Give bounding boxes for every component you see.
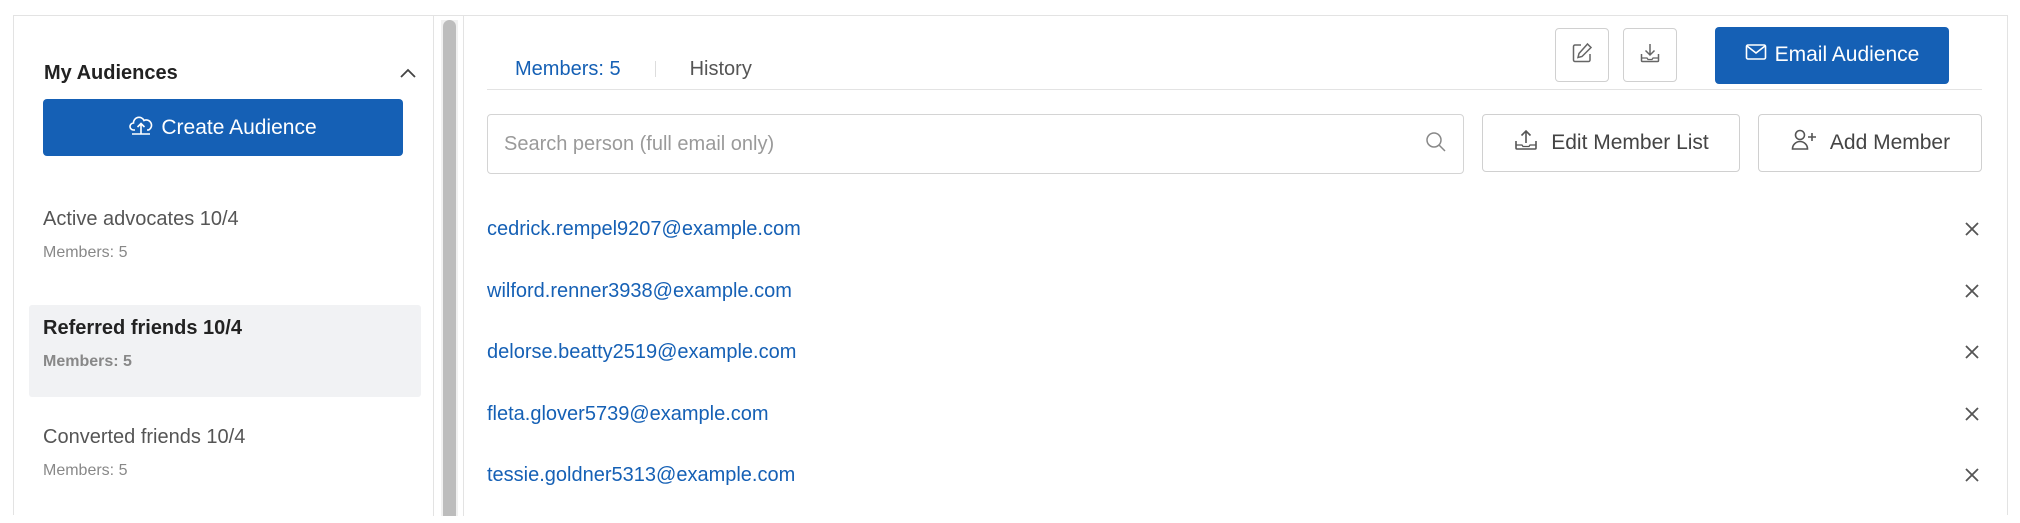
- close-icon[interactable]: [1957, 399, 1987, 429]
- tab-members[interactable]: Members: 5: [501, 58, 635, 81]
- create-audience-label: Create Audience: [161, 115, 317, 139]
- scrollbar[interactable]: [441, 20, 458, 516]
- member-email-link[interactable]: delorse.beatty2519@example.com: [487, 337, 796, 367]
- member-row: wilford.renner3938@example.com: [487, 276, 1987, 338]
- email-audience-button[interactable]: Email Audience: [1715, 26, 1949, 84]
- close-icon[interactable]: [1957, 276, 1987, 306]
- member-search-box[interactable]: [487, 114, 1464, 174]
- tab-history[interactable]: History: [676, 58, 766, 81]
- edit-audience-button[interactable]: [1555, 28, 1609, 82]
- audience-name: Active advocates 10/4: [43, 208, 239, 230]
- member-row: delorse.beatty2519@example.com: [487, 337, 1987, 399]
- member-row: cedrick.rempel9207@example.com: [487, 214, 1987, 276]
- envelope-icon: [1745, 43, 1767, 67]
- audience-item[interactable]: Converted friends 10/4 Members: 5: [29, 414, 421, 506]
- scrollbar-thumb[interactable]: [443, 20, 456, 516]
- close-icon[interactable]: [1957, 214, 1987, 244]
- add-user-icon: [1790, 128, 1818, 158]
- create-audience-button[interactable]: Create Audience: [43, 99, 403, 156]
- member-email-link[interactable]: tessie.goldner5313@example.com: [487, 460, 795, 490]
- chevron-up-icon[interactable]: [397, 62, 419, 84]
- edit-member-list-label: Edit Member List: [1551, 131, 1709, 154]
- member-email-link[interactable]: cedrick.rempel9207@example.com: [487, 214, 801, 244]
- upload-cloud-icon: [129, 114, 153, 142]
- member-row: tessie.goldner5313@example.com: [487, 460, 1987, 522]
- audience-member-count: Members: 5: [43, 353, 132, 370]
- audience-list: Active advocates 10/4 Members: 5 Referre…: [29, 196, 421, 523]
- sidebar-header[interactable]: My Audiences: [44, 46, 419, 100]
- upload-tray-icon: [1513, 128, 1539, 158]
- email-audience-label: Email Audience: [1774, 43, 1920, 66]
- close-icon[interactable]: [1957, 460, 1987, 490]
- audience-member-count: Members: 5: [43, 462, 128, 479]
- member-row: fleta.glover5739@example.com: [487, 399, 1987, 461]
- member-email-link[interactable]: wilford.renner3938@example.com: [487, 276, 792, 306]
- edit-member-list-button[interactable]: Edit Member List: [1482, 114, 1740, 172]
- sidebar-divider: [433, 16, 434, 516]
- header-divider: [487, 89, 1982, 90]
- download-audience-button[interactable]: [1623, 28, 1677, 82]
- pencil-square-icon: [1570, 41, 1594, 70]
- download-tray-icon: [1638, 41, 1662, 70]
- sidebar-title: My Audiences: [44, 61, 178, 84]
- search-icon[interactable]: [1425, 131, 1447, 158]
- audience-detail-panel: Members: 5 History Email Audience Search…: [464, 16, 2009, 516]
- audience-name: Converted friends 10/4: [43, 426, 246, 448]
- audience-item-selected[interactable]: Referred friends 10/4 Members: 5: [29, 305, 421, 397]
- add-member-button[interactable]: Add Member: [1758, 114, 1982, 172]
- audience-name: Referred friends 10/4: [43, 317, 242, 339]
- app-frame: My Audiences Create Audience Active advo…: [13, 15, 2009, 516]
- audience-sidebar: My Audiences Create Audience Active advo…: [14, 16, 434, 516]
- tab-separator: [654, 61, 656, 77]
- member-search-input[interactable]: [504, 132, 1425, 156]
- member-email-link[interactable]: fleta.glover5739@example.com: [487, 399, 769, 429]
- close-icon[interactable]: [1957, 337, 1987, 367]
- member-list: cedrick.rempel9207@example.com wilford.r…: [487, 214, 1987, 522]
- audience-item[interactable]: Active advocates 10/4 Members: 5: [29, 196, 421, 288]
- audience-member-count: Members: 5: [43, 244, 128, 261]
- add-member-label: Add Member: [1829, 131, 1951, 154]
- detail-toolbar: Email Audience: [1555, 26, 1949, 84]
